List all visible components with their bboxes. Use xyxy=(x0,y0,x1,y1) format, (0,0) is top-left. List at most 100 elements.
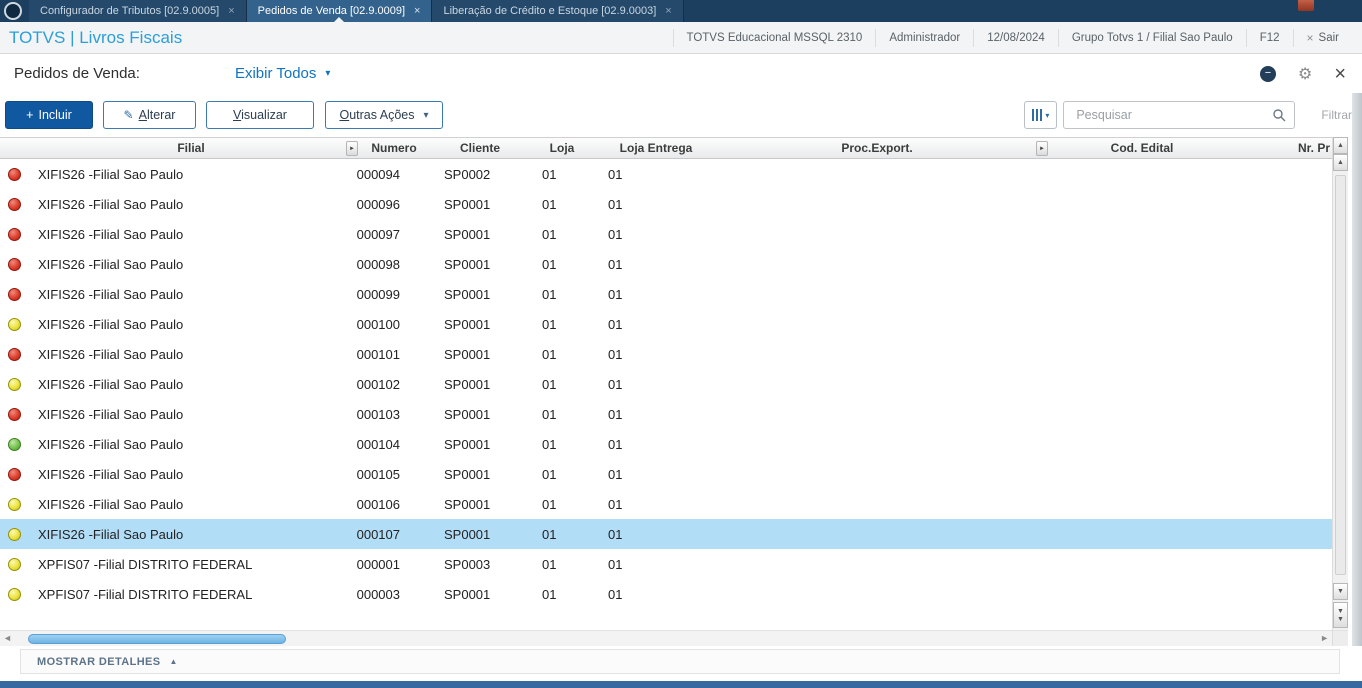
scroll-down-icon[interactable]: ▼ xyxy=(1333,583,1348,600)
column-header-nr-pr[interactable]: Nr. Pr xyxy=(1242,138,1332,158)
column-expand-icon[interactable]: ► xyxy=(1036,141,1048,156)
table-row[interactable]: XIFIS26 -Filial Sao Paulo 000107 SP0001 … xyxy=(0,519,1332,549)
cell-filial: XIFIS26 -Filial Sao Paulo xyxy=(38,496,184,512)
search-box[interactable] xyxy=(1063,101,1296,129)
column-header-proc-export[interactable]: Proc.Export. ► xyxy=(712,138,1048,158)
cell-loja-entrega: 01 xyxy=(608,196,623,212)
cell-loja: 01 xyxy=(542,166,557,182)
vertical-scrollbar-thumb[interactable] xyxy=(1335,175,1346,575)
search-input[interactable] xyxy=(1074,107,1273,123)
cell-filial: XIFIS26 -Filial Sao Paulo xyxy=(38,286,184,302)
cell-filial: XPFIS07 -Filial DISTRITO FEDERAL xyxy=(38,556,253,572)
alterar-button[interactable]: ✎ Alterar xyxy=(103,101,196,129)
table-row[interactable]: XIFIS26 -Filial Sao Paulo 000101 SP0001 … xyxy=(0,339,1332,369)
scroll-up-icon[interactable]: ▲ xyxy=(1333,154,1348,171)
scroll-right-icon[interactable]: ► xyxy=(1320,633,1329,643)
horizontal-scrollbar[interactable]: ◄ ► xyxy=(0,630,1332,646)
table-row[interactable]: XIFIS26 -Filial Sao Paulo 000106 SP0001 … xyxy=(0,489,1332,519)
tab-close-icon[interactable]: × xyxy=(228,5,234,17)
cell-loja: 01 xyxy=(542,526,557,542)
mostrar-detalhes-button[interactable]: MOSTRAR DETALHES ▲ xyxy=(37,656,178,668)
tab-liberacao-credito[interactable]: Liberação de Crédito e Estoque [02.9.000… xyxy=(432,0,684,22)
table-row[interactable]: XIFIS26 -Filial Sao Paulo 000103 SP0001 … xyxy=(0,399,1332,429)
exit-button[interactable]: × Sair xyxy=(1292,28,1352,47)
tab-label: Configurador de Tributos [02.9.0005] xyxy=(40,5,220,17)
toolbar-right: ▾ Filtrar xyxy=(1024,101,1354,129)
table-row[interactable]: XIFIS26 -Filial Sao Paulo 000100 SP0001 … xyxy=(0,309,1332,339)
cell-filial: XIFIS26 -Filial Sao Paulo xyxy=(38,526,184,542)
outras-acoes-button[interactable]: Outras Ações ▾ xyxy=(325,101,443,129)
vertical-scrollbar[interactable]: ▲ ▲ ▼ ▼ ▼ xyxy=(1332,137,1348,630)
incluir-button[interactable]: + Incluir xyxy=(5,101,93,129)
status-icon xyxy=(8,377,21,391)
tab-bar: Configurador de Tributos [02.9.0005] × P… xyxy=(0,0,1362,22)
status-icon xyxy=(8,497,21,511)
table-row[interactable]: XPFIS07 -Filial DISTRITO FEDERAL 000001 … xyxy=(0,549,1332,579)
table-row[interactable]: XPFIS07 -Filial DISTRITO FEDERAL 000003 … xyxy=(0,579,1332,609)
column-header-cliente[interactable]: Cliente xyxy=(436,138,524,158)
chevron-down-icon: ▾ xyxy=(325,68,331,79)
cell-numero: 000104 xyxy=(356,436,400,452)
cell-numero: 000100 xyxy=(356,316,400,332)
table-row[interactable]: XIFIS26 -Filial Sao Paulo 000096 SP0001 … xyxy=(0,189,1332,219)
visualizar-button[interactable]: Visualizar xyxy=(206,101,314,129)
cell-cliente: SP0002 xyxy=(444,166,491,182)
column-chooser-button[interactable]: ▾ xyxy=(1024,101,1058,129)
cell-cliente: SP0001 xyxy=(444,316,491,332)
exit-close-icon: × xyxy=(1306,30,1314,45)
gear-icon[interactable]: ⚙ xyxy=(1298,64,1312,84)
status-icon xyxy=(8,257,21,271)
notification-icon[interactable] xyxy=(1298,0,1314,11)
tab-label: Pedidos de Venda [02.9.0009] xyxy=(257,5,406,17)
cell-numero: 000103 xyxy=(356,406,400,422)
horizontal-scrollbar-thumb[interactable] xyxy=(28,634,286,644)
chevron-down-icon: ▾ xyxy=(1045,110,1050,120)
cell-cliente: SP0001 xyxy=(444,466,491,482)
cell-numero: 000105 xyxy=(356,466,400,482)
column-header-loja-entrega[interactable]: Loja Entrega xyxy=(600,138,712,158)
cell-loja: 01 xyxy=(542,286,557,302)
cell-cliente: SP0001 xyxy=(444,226,491,242)
close-icon[interactable]: × xyxy=(1334,64,1346,84)
column-expand-icon[interactable]: ► xyxy=(346,141,358,156)
tab-label: Liberação de Crédito e Estoque [02.9.000… xyxy=(443,5,657,17)
cell-loja: 01 xyxy=(542,436,557,452)
table-row[interactable]: XIFIS26 -Filial Sao Paulo 000102 SP0001 … xyxy=(0,369,1332,399)
view-selector-dropdown[interactable]: Exibir Todos ▾ xyxy=(235,65,330,82)
column-header-numero[interactable]: Numero xyxy=(352,138,436,158)
scroll-page-down-icon[interactable]: ▼ ▼ xyxy=(1333,602,1348,628)
cell-filial: XIFIS26 -Filial Sao Paulo xyxy=(38,376,184,392)
column-header-loja[interactable]: Loja xyxy=(524,138,600,158)
filtrar-button[interactable]: Filtrar xyxy=(1321,108,1352,122)
minimize-icon[interactable]: − xyxy=(1259,65,1276,82)
table-body: XIFIS26 -Filial Sao Paulo 000094 SP0002 … xyxy=(0,159,1332,609)
cell-loja: 01 xyxy=(542,406,557,422)
window-scrollbar[interactable] xyxy=(1352,93,1362,646)
tab-pedidos-de-venda[interactable]: Pedidos de Venda [02.9.0009] × xyxy=(246,0,433,22)
cell-loja: 01 xyxy=(542,466,557,482)
search-icon[interactable] xyxy=(1272,108,1286,122)
column-header-cod-edital[interactable]: Cod. Edital xyxy=(1042,138,1242,158)
cell-cliente: SP0001 xyxy=(444,496,491,512)
cell-loja-entrega: 01 xyxy=(608,226,623,242)
scroll-left-icon[interactable]: ◄ xyxy=(3,633,12,643)
scrollbar-corner xyxy=(1332,630,1348,646)
scroll-up-icon[interactable]: ▲ xyxy=(1333,137,1348,154)
tab-close-icon[interactable]: × xyxy=(414,5,420,17)
column-header-filial[interactable]: Filial ► xyxy=(30,138,358,158)
table-row[interactable]: XIFIS26 -Filial Sao Paulo 000105 SP0001 … xyxy=(0,459,1332,489)
table-row[interactable]: XIFIS26 -Filial Sao Paulo 000104 SP0001 … xyxy=(0,429,1332,459)
table-row[interactable]: XIFIS26 -Filial Sao Paulo 000099 SP0001 … xyxy=(0,279,1332,309)
cell-cliente: SP0001 xyxy=(444,586,491,602)
table-row[interactable]: XIFIS26 -Filial Sao Paulo 000098 SP0001 … xyxy=(0,249,1332,279)
table-row[interactable]: XIFIS26 -Filial Sao Paulo 000094 SP0002 … xyxy=(0,159,1332,189)
table-row[interactable]: XIFIS26 -Filial Sao Paulo 000097 SP0001 … xyxy=(0,219,1332,249)
cell-loja: 01 xyxy=(542,496,557,512)
exit-label: Sair xyxy=(1318,31,1339,44)
status-icon xyxy=(8,437,21,451)
cell-loja-entrega: 01 xyxy=(608,286,623,302)
branch-label[interactable]: Grupo Totvs 1 / Filial Sao Paulo xyxy=(1057,28,1246,47)
tab-configurador-tributos[interactable]: Configurador de Tributos [02.9.0005] × xyxy=(29,0,247,22)
tab-close-icon[interactable]: × xyxy=(665,5,671,17)
f12-button[interactable]: F12 xyxy=(1245,28,1293,47)
